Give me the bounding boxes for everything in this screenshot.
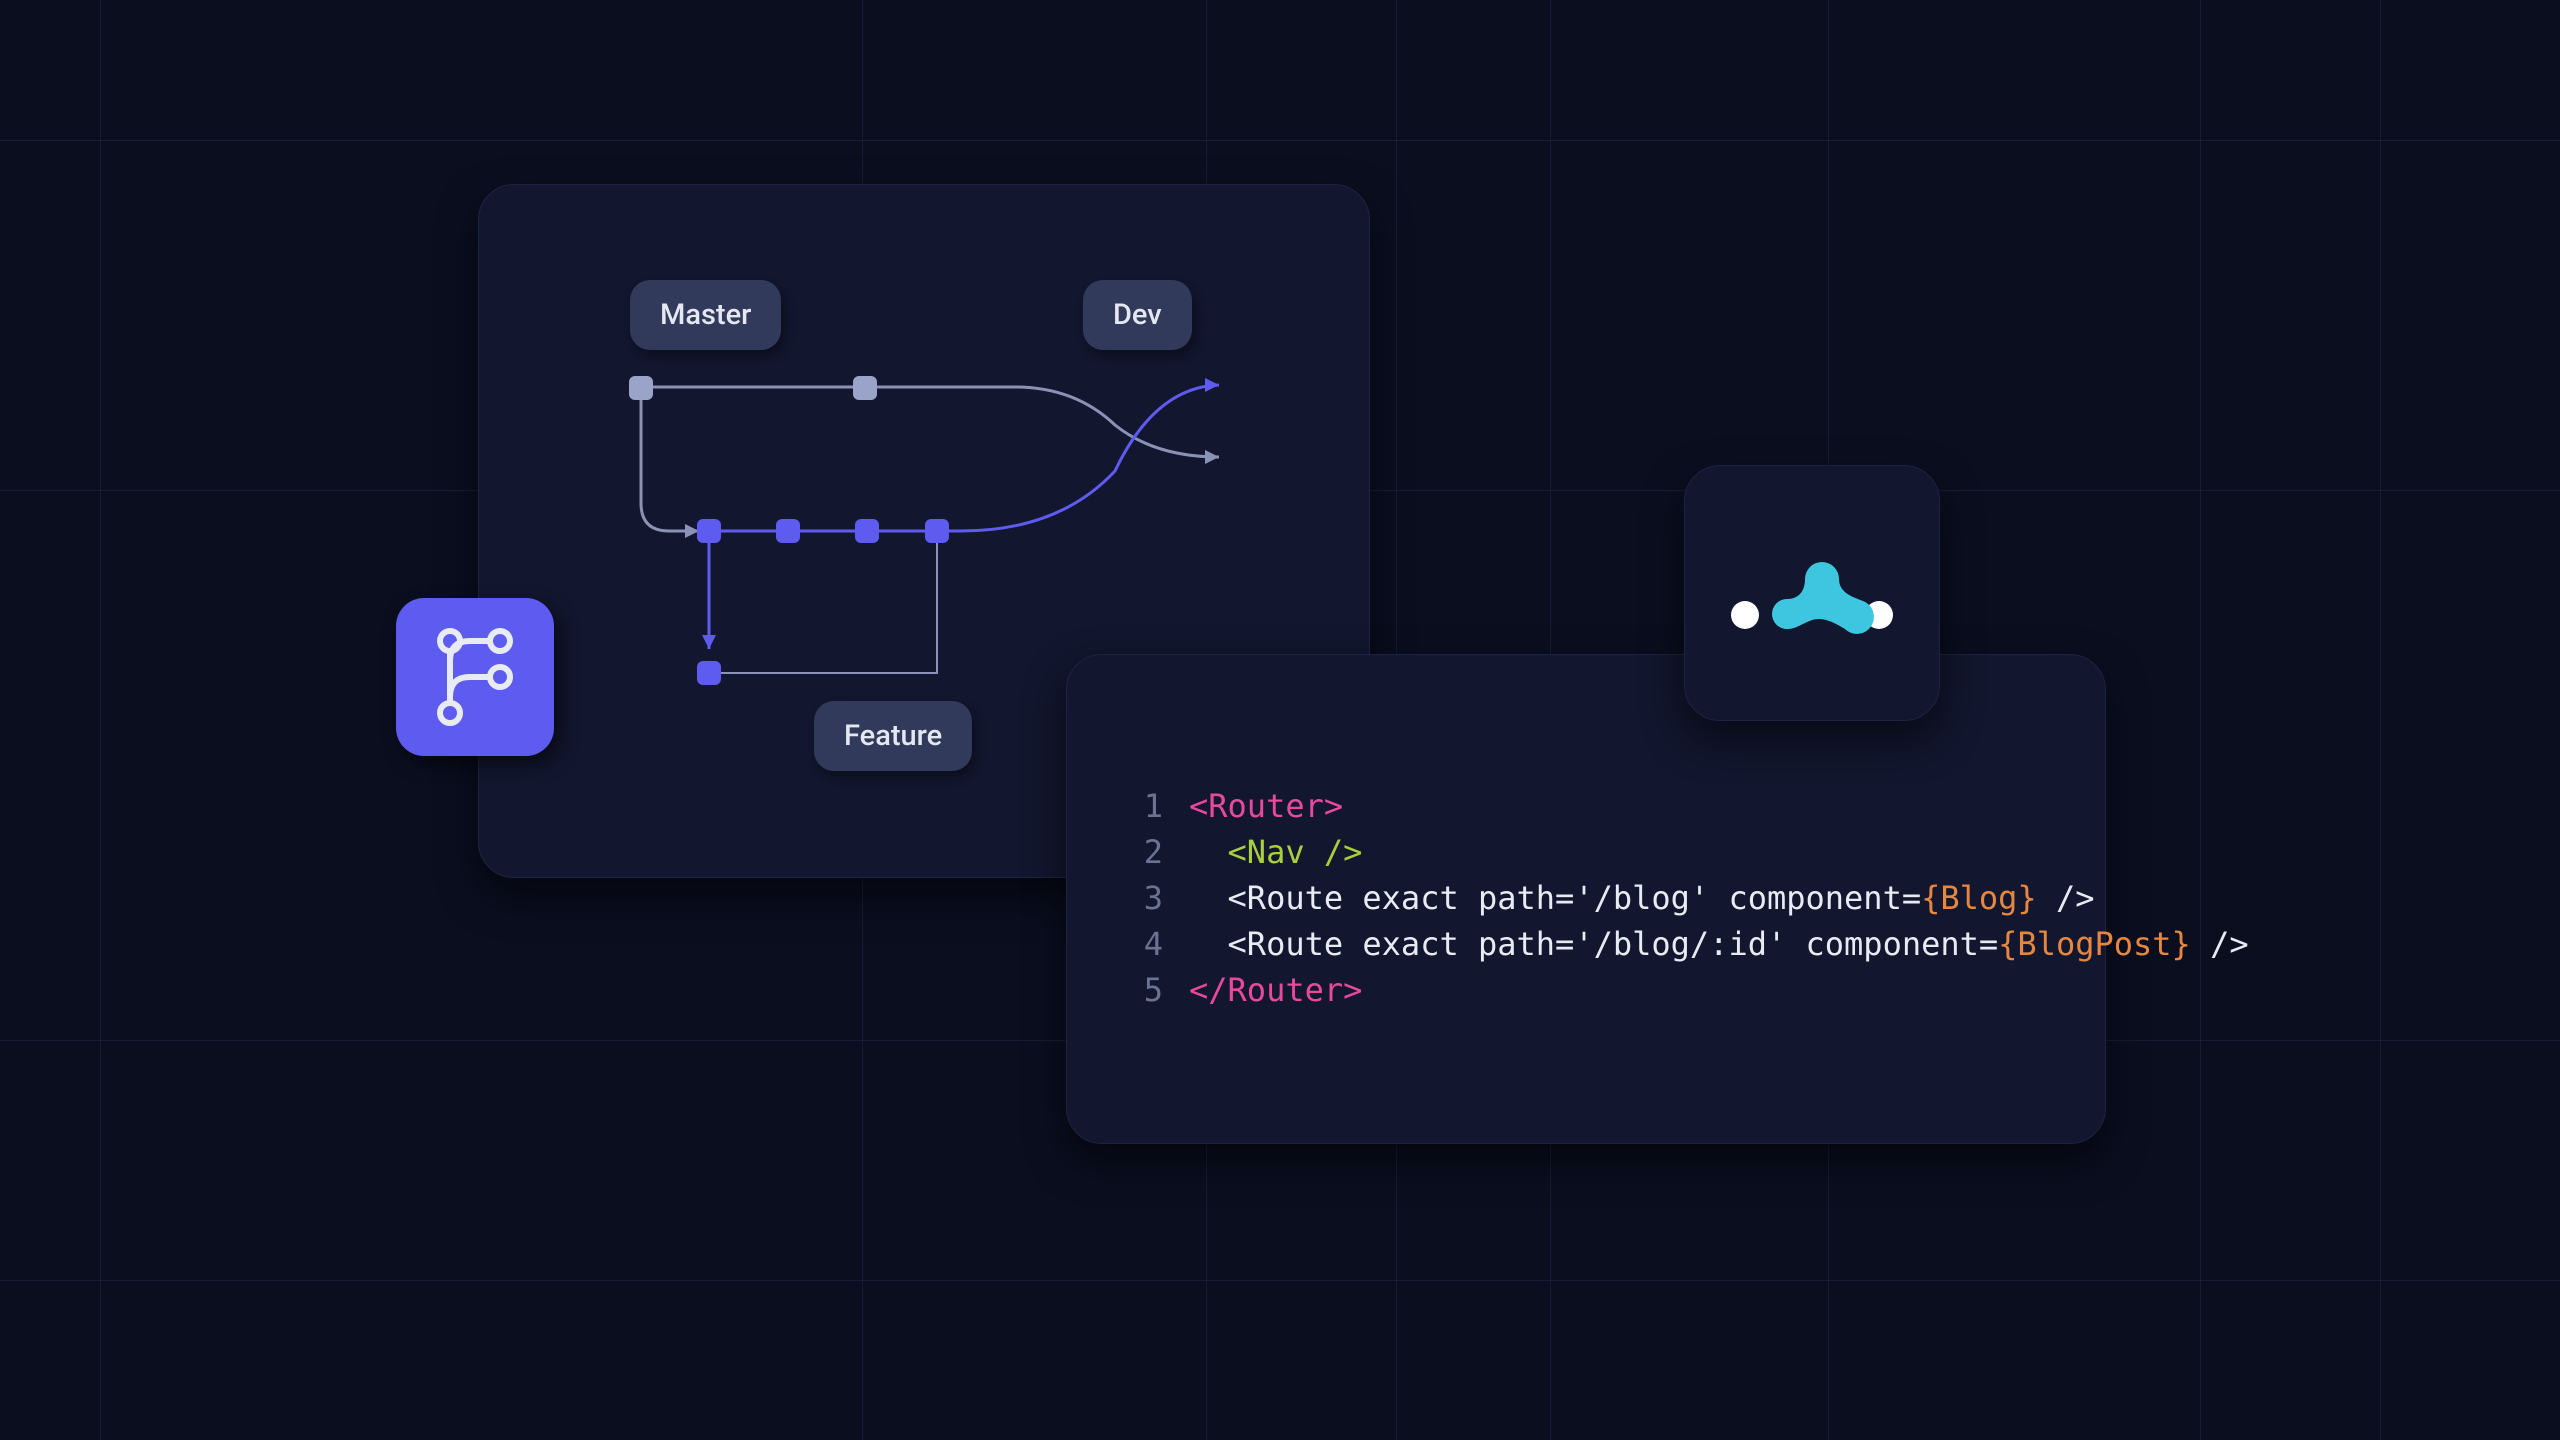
- code-text: <Nav />: [1189, 829, 1362, 875]
- code-text: <Route exact path='/blog' component={Blo…: [1189, 875, 2094, 921]
- code-text: <Router>: [1189, 783, 1343, 829]
- git-branch-icon-tile: [396, 598, 554, 756]
- code-block: 1<Router>2 <Nav />3 <Route exact path='/…: [1111, 783, 2249, 1013]
- line-number: 2: [1111, 829, 1163, 875]
- commit-node: [629, 376, 653, 400]
- line-number: 5: [1111, 967, 1163, 1013]
- commit-node: [853, 376, 877, 400]
- code-line: 1 <Router>: [1111, 783, 2249, 829]
- line-number: 4: [1111, 921, 1163, 967]
- code-text: </Router>: [1189, 967, 1362, 1013]
- commit-node: [855, 519, 879, 543]
- code-line: 2 <Nav />: [1111, 829, 2249, 875]
- git-branch-icon: [434, 627, 516, 727]
- code-line: 3 <Route exact path='/blog' component={B…: [1111, 875, 2249, 921]
- commit-node: [776, 519, 800, 543]
- commit-node: [697, 519, 721, 543]
- line-number: 3: [1111, 875, 1163, 921]
- code-snippet-card: 1 <Router> 2 <Nav /> 3 <Route exact path='/…: [1066, 654, 2106, 1144]
- logo-tile: [1684, 465, 1940, 721]
- line-number: 1: [1111, 783, 1163, 829]
- commit-node: [697, 661, 721, 685]
- code-line: 5 </Router>: [1111, 967, 2249, 1013]
- commit-node: [925, 519, 949, 543]
- code-line: 4 <Route exact path='/blog/:id' componen…: [1111, 921, 2249, 967]
- react-router-logo-icon: [1727, 543, 1897, 643]
- code-text: <Route exact path='/blog/:id' component=…: [1189, 921, 2249, 967]
